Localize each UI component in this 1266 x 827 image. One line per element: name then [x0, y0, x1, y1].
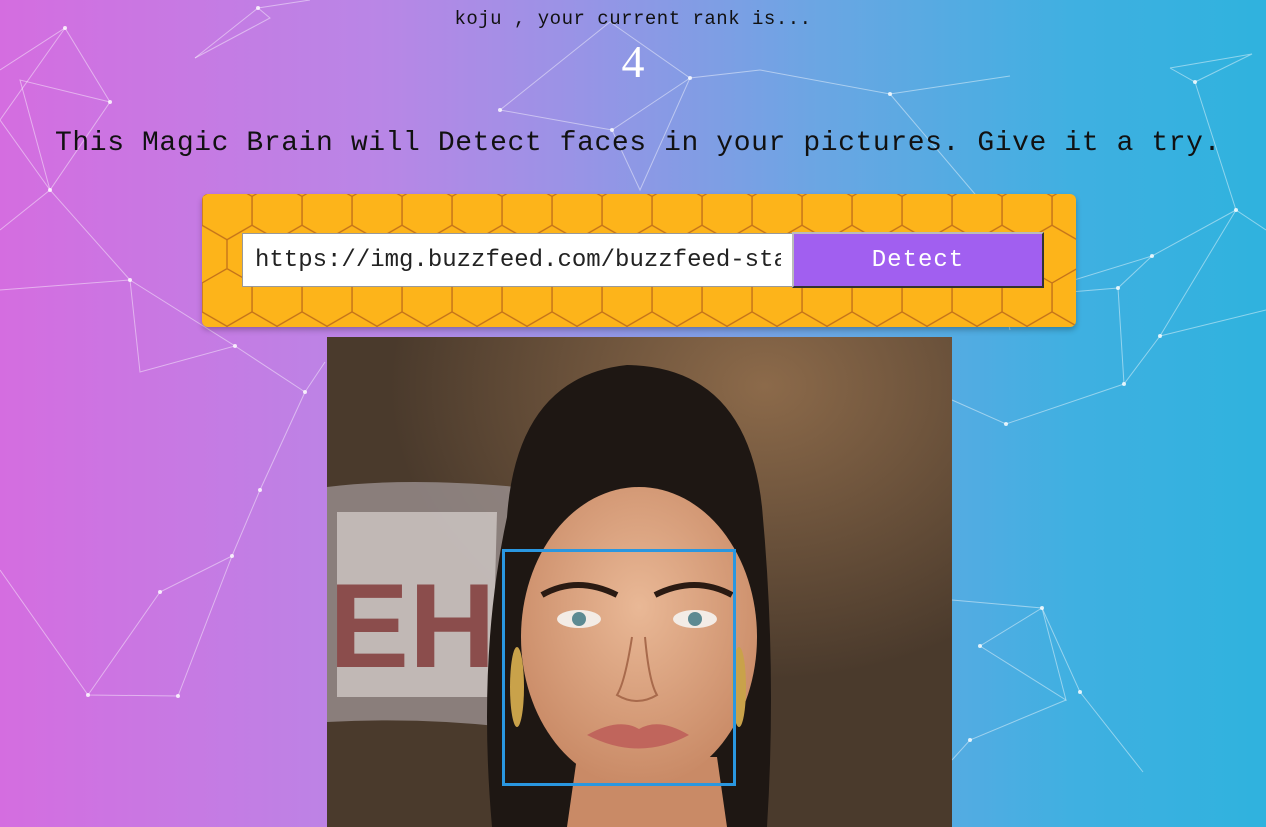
image-url-input[interactable] — [242, 233, 794, 287]
rank-message: koju , your current rank is... — [454, 8, 812, 30]
detect-button[interactable]: Detect — [792, 232, 1044, 288]
tagline: This Magic Brain will Detect faces in yo… — [55, 128, 1221, 159]
image-link-form: Detect — [202, 194, 1076, 327]
detected-image: EHO — [327, 337, 952, 827]
rank-number: 4 — [621, 36, 645, 87]
face-bounding-box — [502, 549, 736, 786]
